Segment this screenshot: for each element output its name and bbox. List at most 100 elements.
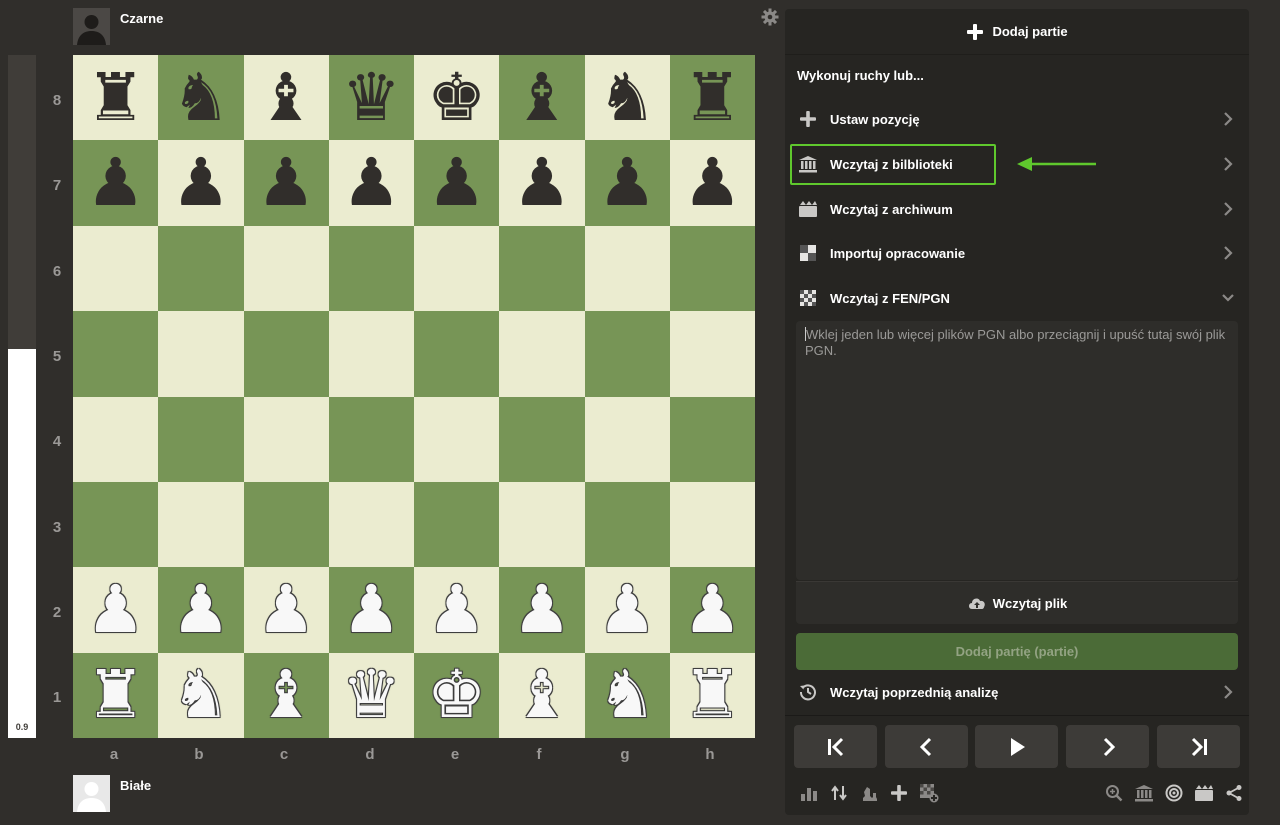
black-pawn-piece[interactable]: ♟ — [427, 150, 486, 216]
board-square-a1[interactable]: ♜ — [73, 652, 159, 738]
board-square-c8[interactable]: ♝ — [243, 55, 329, 141]
black-knight-piece[interactable]: ♞ — [171, 64, 230, 131]
board-square-h7[interactable]: ♟ — [669, 140, 755, 226]
board-square-a8[interactable]: ♜ — [73, 55, 159, 141]
board-square-b8[interactable]: ♞ — [158, 55, 244, 141]
board-square-f2[interactable]: ♟ — [499, 567, 585, 653]
board-square-b1[interactable]: ♞ — [158, 652, 244, 738]
white-queen-piece[interactable]: ♛ — [342, 662, 401, 728]
board-square-c2[interactable]: ♟ — [243, 567, 329, 653]
board-square-h2[interactable]: ♟ — [669, 567, 755, 653]
board-square-c4[interactable] — [243, 396, 329, 482]
white-pawn-piece[interactable]: ♟ — [86, 576, 145, 643]
last-move-button[interactable] — [1157, 725, 1240, 768]
board-square-b4[interactable] — [158, 396, 244, 482]
menu-item-load-fen-pgn[interactable]: Wczytaj z FEN/PGN — [785, 278, 1249, 318]
share-icon[interactable] — [1223, 782, 1245, 804]
board-square-d1[interactable]: ♛ — [328, 652, 414, 738]
board-square-e2[interactable]: ♟ — [414, 567, 500, 653]
load-file-button[interactable]: Wczytaj plik — [796, 581, 1238, 624]
board-square-e7[interactable]: ♟ — [414, 140, 500, 226]
board-square-h1[interactable]: ♜ — [669, 652, 755, 738]
board-square-c1[interactable]: ♝ — [243, 652, 329, 738]
pieces-icon[interactable] — [858, 782, 880, 804]
menu-item-previous-analysis[interactable]: Wczytaj poprzednią analizę — [785, 672, 1249, 712]
board-square-d7[interactable]: ♟ — [328, 140, 414, 226]
white-bishop-piece[interactable]: ♝ — [512, 662, 571, 728]
board-square-e6[interactable] — [414, 225, 500, 312]
board-square-a4[interactable] — [73, 396, 159, 482]
black-pawn-piece[interactable]: ♟ — [86, 150, 145, 216]
black-knight-piece[interactable]: ♞ — [598, 64, 657, 131]
board-square-f5[interactable] — [499, 311, 585, 397]
archive-icon[interactable] — [1193, 782, 1215, 804]
gear-icon[interactable] — [761, 8, 779, 26]
board-square-h4[interactable] — [669, 396, 755, 482]
board-square-e1[interactable]: ♚ — [414, 652, 500, 738]
black-pawn-piece[interactable]: ♟ — [598, 150, 657, 216]
white-pawn-piece[interactable]: ♟ — [257, 576, 316, 643]
board-square-f4[interactable] — [499, 396, 585, 482]
board-square-a7[interactable]: ♟ — [73, 140, 159, 226]
board-square-d8[interactable]: ♛ — [328, 55, 414, 141]
board-square-d5[interactable] — [328, 311, 414, 397]
add-games-header-button[interactable]: Dodaj partie — [785, 9, 1249, 55]
black-king-piece[interactable]: ♚ — [427, 64, 486, 131]
target-icon[interactable] — [1163, 782, 1185, 804]
black-queen-piece[interactable]: ♛ — [342, 64, 401, 131]
black-pawn-piece[interactable]: ♟ — [512, 150, 571, 216]
white-pawn-piece[interactable]: ♟ — [427, 576, 486, 643]
black-pawn-piece[interactable]: ♟ — [171, 150, 230, 216]
flip-board-icon[interactable] — [828, 782, 850, 804]
board-square-e8[interactable]: ♚ — [414, 55, 500, 141]
board-square-g1[interactable]: ♞ — [584, 652, 670, 738]
black-bishop-piece[interactable]: ♝ — [257, 64, 316, 131]
player-name[interactable]: Czarne — [120, 11, 163, 26]
board-square-g3[interactable] — [584, 481, 670, 568]
board-square-a3[interactable] — [73, 481, 159, 568]
board-square-f3[interactable] — [499, 481, 585, 568]
board-square-a6[interactable] — [73, 225, 159, 312]
chart-icon[interactable] — [798, 782, 820, 804]
board-square-e3[interactable] — [414, 481, 500, 568]
board-square-c3[interactable] — [243, 481, 329, 568]
add-board-icon[interactable] — [918, 782, 940, 804]
menu-item-import-study[interactable]: Importuj opracowanie — [785, 233, 1249, 273]
black-rook-piece[interactable]: ♜ — [683, 64, 742, 131]
board-square-f7[interactable]: ♟ — [499, 140, 585, 226]
board-square-a5[interactable] — [73, 311, 159, 397]
board-square-e5[interactable] — [414, 311, 500, 397]
board-square-f8[interactable]: ♝ — [499, 55, 585, 141]
board-square-g7[interactable]: ♟ — [584, 140, 670, 226]
black-pawn-piece[interactable]: ♟ — [342, 150, 401, 216]
white-pawn-piece[interactable]: ♟ — [683, 576, 742, 643]
zoom-icon[interactable] — [1103, 782, 1125, 804]
board-square-d6[interactable] — [328, 225, 414, 312]
board-square-b2[interactable]: ♟ — [158, 567, 244, 653]
first-move-button[interactable] — [794, 725, 877, 768]
black-bishop-piece[interactable]: ♝ — [512, 64, 571, 131]
board-square-a2[interactable]: ♟ — [73, 567, 159, 653]
board-square-d4[interactable] — [328, 396, 414, 482]
previous-move-button[interactable] — [885, 725, 968, 768]
black-pawn-piece[interactable]: ♟ — [683, 150, 742, 216]
board-square-h6[interactable] — [669, 225, 755, 312]
board-square-d2[interactable]: ♟ — [328, 567, 414, 653]
board-square-c5[interactable] — [243, 311, 329, 397]
board-square-h5[interactable] — [669, 311, 755, 397]
next-move-button[interactable] — [1066, 725, 1149, 768]
board-square-f1[interactable]: ♝ — [499, 652, 585, 738]
black-rook-piece[interactable]: ♜ — [86, 64, 145, 131]
board-square-g4[interactable] — [584, 396, 670, 482]
board-square-c6[interactable] — [243, 225, 329, 312]
menu-item-set-position[interactable]: Ustaw pozycję — [785, 99, 1249, 139]
avatar[interactable] — [73, 775, 110, 812]
white-pawn-piece[interactable]: ♟ — [598, 576, 657, 643]
library-icon[interactable] — [1133, 782, 1155, 804]
board-square-b5[interactable] — [158, 311, 244, 397]
chess-board[interactable]: ♜ ♞ ♝ ♛ ♚ ♝ ♞ ♜ ♟ ♟ ♟ ♟ ♟ ♟ ♟ ♟ ♟ ♟ ♟ ♟ ♟ ♟ ♟ ♟ ♜ ♞ ♝ ♛ ♚ ♝ ♞ ♜ — [73, 55, 755, 738]
add-games-button[interactable]: Dodaj partię (partie) — [796, 633, 1238, 670]
board-square-b3[interactable] — [158, 481, 244, 568]
board-square-b7[interactable]: ♟ — [158, 140, 244, 226]
board-square-g5[interactable] — [584, 311, 670, 397]
